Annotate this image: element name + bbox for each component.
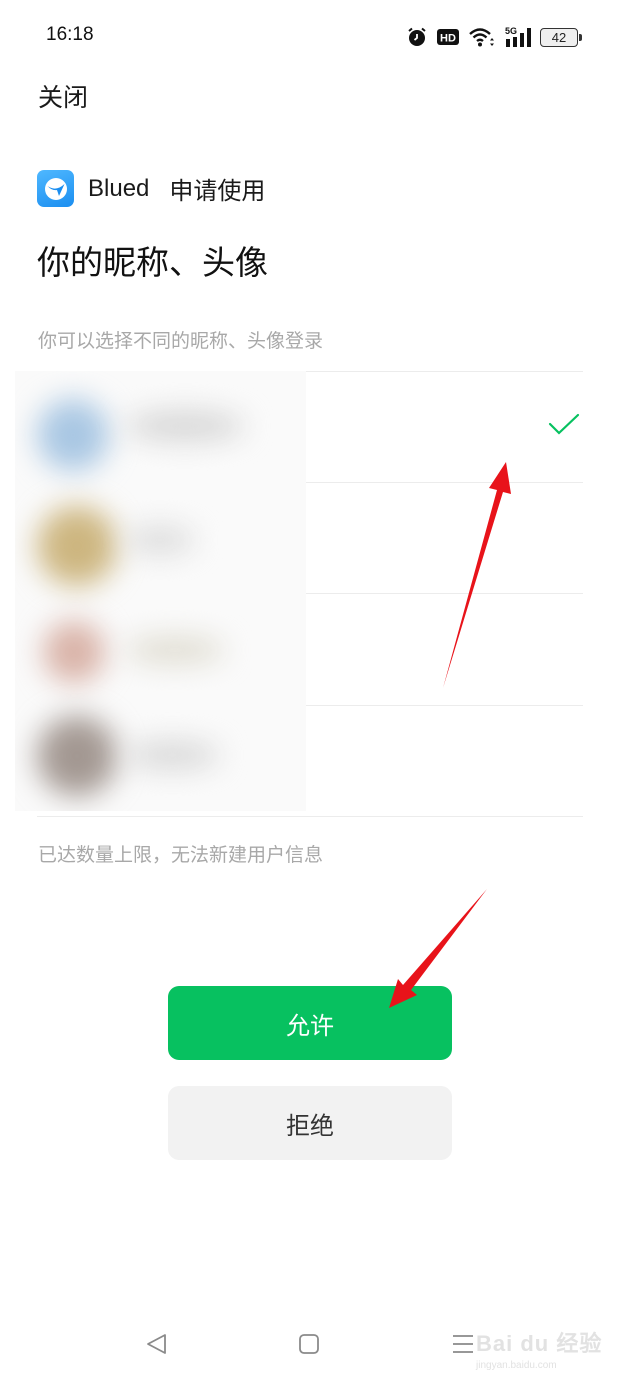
close-button[interactable]: 关闭 bbox=[38, 78, 88, 114]
account-item-1[interactable] bbox=[0, 371, 620, 483]
status-time: 16:18 bbox=[46, 24, 94, 45]
blued-logo-icon bbox=[37, 170, 74, 207]
account-item-2[interactable] bbox=[0, 483, 620, 594]
navigation-bar: Bai du 经验 jingyan.baidu.com bbox=[0, 1310, 620, 1386]
account-item-3[interactable] bbox=[0, 594, 620, 706]
menu-lines-icon[interactable] bbox=[451, 1332, 475, 1360]
status-icons: HD 5G 42 bbox=[406, 25, 582, 49]
allow-button[interactable]: 允许 bbox=[168, 986, 452, 1060]
svg-text:5G: 5G bbox=[505, 26, 517, 36]
deny-button[interactable]: 拒绝 bbox=[168, 1086, 452, 1160]
baidu-watermark: Bai du 经验 jingyan.baidu.com bbox=[476, 1326, 602, 1371]
app-name: Blued bbox=[88, 174, 150, 202]
select-hint: 你可以选择不同的昵称、头像登录 bbox=[38, 330, 324, 352]
account-list bbox=[0, 371, 620, 817]
battery-indicator: 42 bbox=[540, 27, 582, 47]
wifi-icon bbox=[468, 26, 496, 48]
divider bbox=[37, 816, 583, 817]
svg-text:HD: HD bbox=[440, 33, 456, 45]
back-triangle-icon[interactable] bbox=[145, 1332, 169, 1360]
alarm-icon bbox=[406, 26, 428, 48]
home-square-icon[interactable] bbox=[297, 1332, 321, 1360]
watermark-main: Bai du 经验 bbox=[476, 1331, 603, 1356]
check-icon bbox=[548, 413, 580, 441]
signal-5g-icon: 5G bbox=[505, 26, 531, 48]
hd-icon: HD bbox=[437, 28, 459, 46]
app-request-text: 申请使用 bbox=[169, 177, 266, 205]
limit-hint: 已达数量上限，无法新建用户信息 bbox=[38, 844, 324, 866]
app-header: Blued 申请使用 bbox=[37, 170, 265, 207]
permission-title: 你的昵称、头像 bbox=[37, 243, 268, 282]
status-bar: 16:18 HD 5G 42 bbox=[0, 0, 620, 72]
account-item-4[interactable] bbox=[0, 706, 620, 817]
watermark-sub: jingyan.baidu.com bbox=[476, 1360, 557, 1371]
